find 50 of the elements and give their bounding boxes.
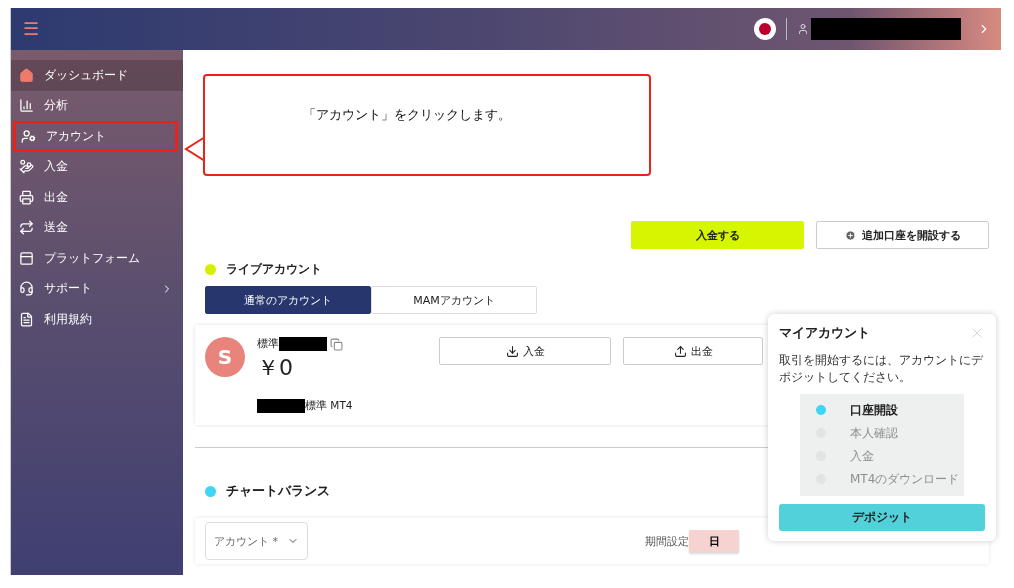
avatar: S xyxy=(205,337,245,377)
popover-title: マイアカウント xyxy=(779,324,870,342)
deposit-button[interactable]: 入金 xyxy=(439,337,611,365)
sidebar-item[interactable]: 送金 xyxy=(11,212,183,243)
account-tab[interactable]: MAMアカウント xyxy=(371,286,537,314)
sidebar-item[interactable]: サポート xyxy=(11,273,183,304)
user-gear-icon xyxy=(21,128,36,144)
account-type: 標準 xyxy=(257,337,279,351)
deposit-button[interactable]: 入金する xyxy=(631,221,804,249)
account-platform: 標準 MT4 xyxy=(305,399,353,413)
period-label: 期間設定 xyxy=(645,533,689,549)
step-label: 本人確認 xyxy=(850,424,898,442)
open-account-button[interactable]: 追加口座を開設する xyxy=(816,221,989,249)
chart-icon xyxy=(19,98,34,114)
headset-icon xyxy=(19,281,34,297)
menu-button[interactable]: ☰ xyxy=(23,20,39,38)
sidebar-item[interactable]: アカウント xyxy=(13,121,178,152)
callout-text: 「アカウント」をクリックします。 xyxy=(303,106,511,124)
home-icon xyxy=(19,67,34,83)
withdraw-button[interactable]: 出金 xyxy=(623,337,763,365)
period-toggle[interactable]: 日 xyxy=(689,530,739,552)
printer-icon xyxy=(19,189,34,205)
deposit-button[interactable]: デポジット xyxy=(779,503,985,531)
document-icon xyxy=(19,311,34,327)
hand-coin-icon xyxy=(19,159,34,175)
section-title: チャートバランス xyxy=(226,482,330,500)
plus-icon xyxy=(844,229,856,241)
balance-amount: ￥0 xyxy=(257,354,294,382)
popover-message: 取引を開始するには、アカウントにデポジットしてください。 xyxy=(779,352,984,386)
sidebar-item[interactable]: 出金 xyxy=(11,182,183,213)
step-label: 入金 xyxy=(850,447,874,465)
flag-icon[interactable] xyxy=(754,18,776,40)
copy-icon[interactable] xyxy=(330,337,343,351)
user-icon xyxy=(797,23,809,35)
window-icon xyxy=(19,250,34,266)
step-label: MT4のダウンロード xyxy=(850,470,960,488)
sidebar-item[interactable]: ダッシュボード xyxy=(11,60,183,91)
sidebar-item[interactable]: 分析 xyxy=(11,90,183,121)
section-title: ライブアカウント xyxy=(226,261,322,278)
sidebar-item[interactable]: 利用規約 xyxy=(11,304,183,335)
sidebar-item[interactable]: プラットフォーム xyxy=(11,243,183,274)
redaction-bar xyxy=(257,399,305,413)
account-select[interactable]: アカウント * xyxy=(205,522,308,560)
sidebar-item[interactable]: 入金 xyxy=(11,151,183,182)
redaction-bar xyxy=(279,337,327,351)
arrows-icon xyxy=(19,220,34,236)
download-icon xyxy=(505,344,519,358)
account-tab[interactable]: 通常のアカウント xyxy=(205,286,371,314)
step-label: 口座開設 xyxy=(850,401,898,419)
upload-icon xyxy=(673,344,687,358)
